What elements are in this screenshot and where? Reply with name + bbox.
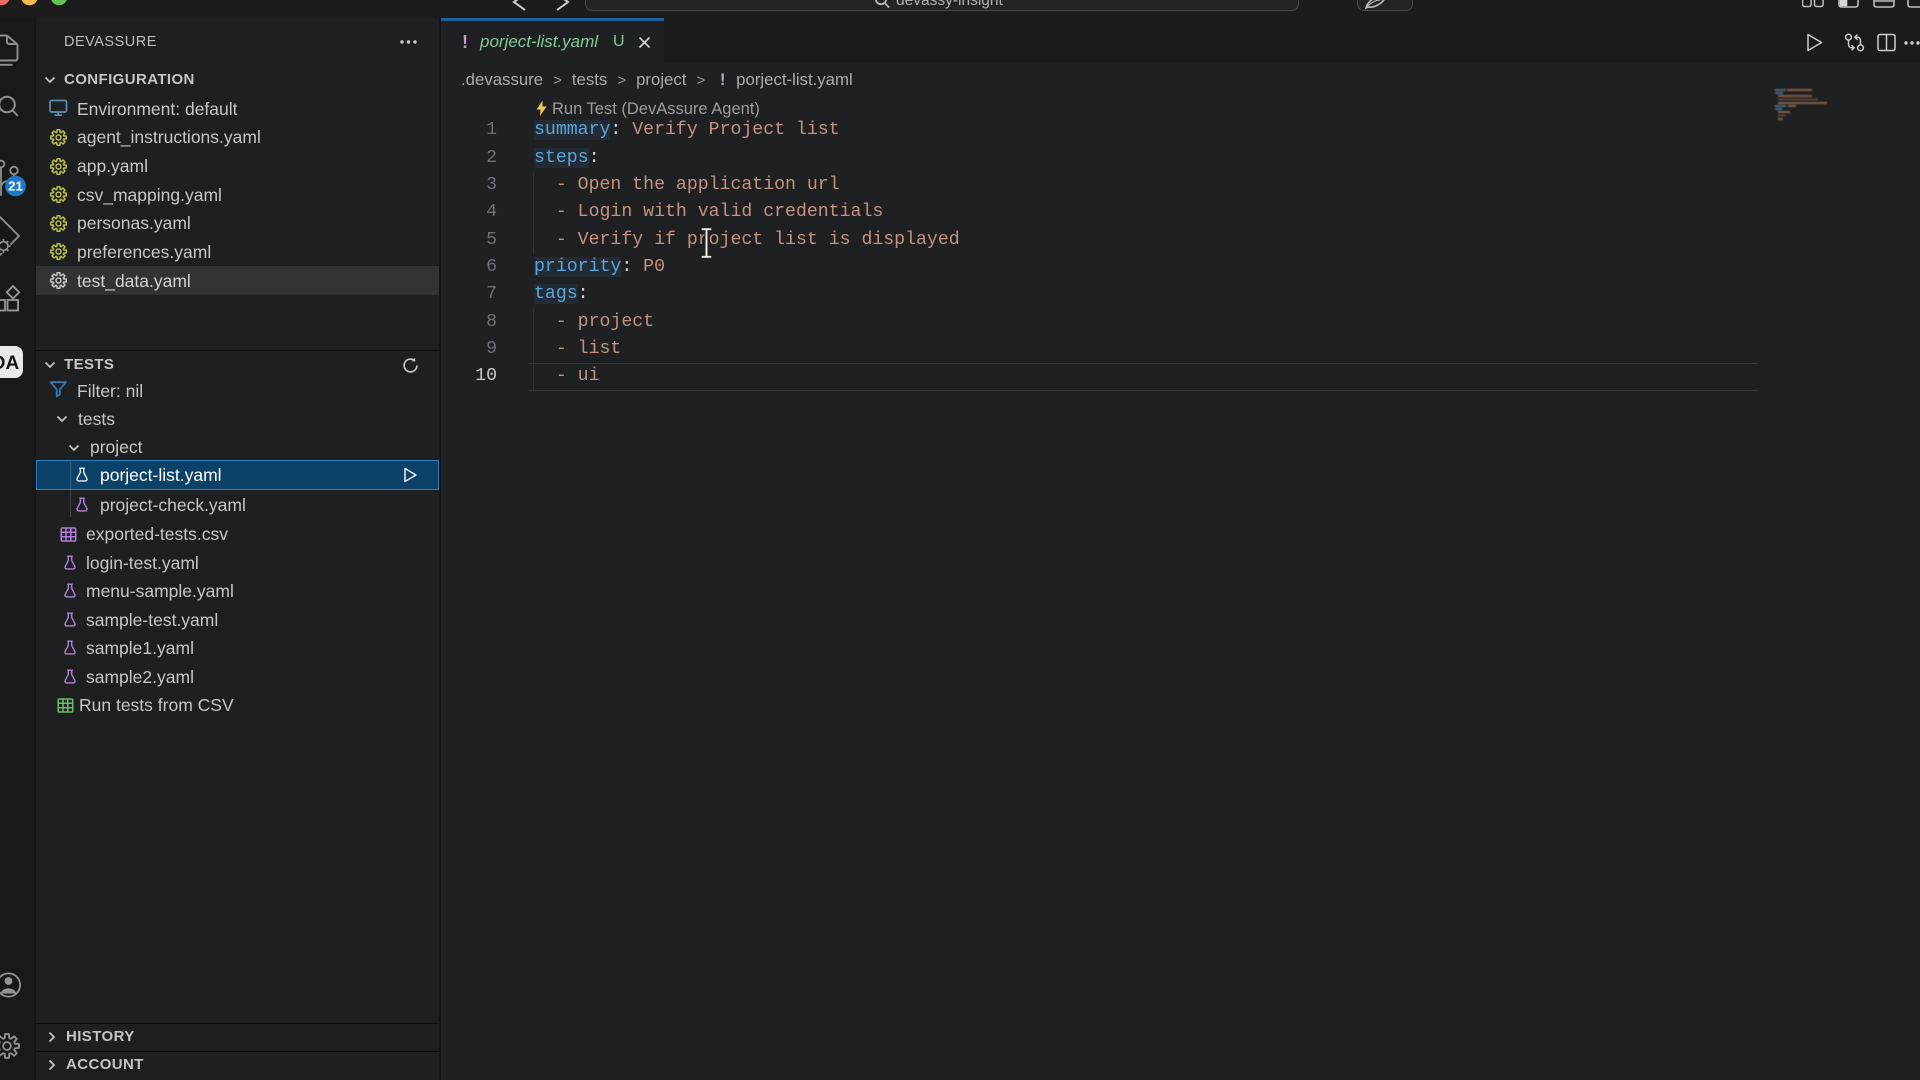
svg-text:21: 21 [8,179,22,194]
svg-text:DA: DA [0,353,19,374]
